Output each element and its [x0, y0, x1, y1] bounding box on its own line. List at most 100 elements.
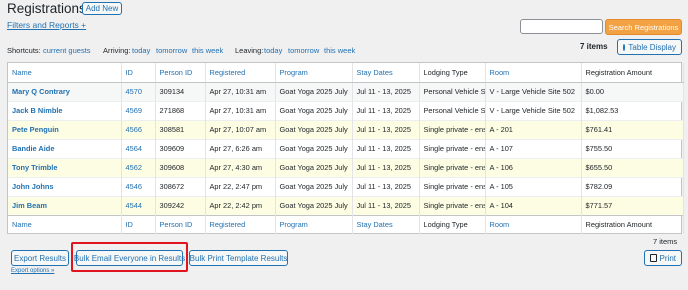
- cell-name[interactable]: Tony Trimble: [8, 158, 122, 177]
- cell-id[interactable]: 4564: [121, 139, 156, 158]
- print-button[interactable]: Print: [644, 250, 682, 266]
- cell-lodging-type: Personal Vehicle Sit: [419, 101, 486, 120]
- cell-room: A - 104: [485, 196, 582, 215]
- cell-registered: Apr 27, 10:31 am: [205, 82, 276, 101]
- cell-name[interactable]: Mary Q Contrary: [8, 82, 122, 101]
- col-footer-room[interactable]: Room: [485, 214, 582, 234]
- page-title: Registrations: [7, 1, 86, 16]
- cell-id[interactable]: 4569: [121, 101, 156, 120]
- export-options-link[interactable]: Export options »: [11, 268, 54, 274]
- col-footer-person-id[interactable]: Person ID: [155, 214, 206, 234]
- col-footer-registered[interactable]: Registered: [205, 214, 276, 234]
- cell-amount: $0.00: [581, 82, 684, 101]
- col-header-program[interactable]: Program: [275, 63, 353, 83]
- table-row: Jim Beam 4544 309242 Apr 22, 2:42 pm Goat Yo…: [8, 196, 684, 215]
- table-row: Mary Q Contrary 4570 309134 Apr 27, 10:31 a…: [8, 82, 684, 101]
- cell-registered: Apr 27, 10:07 am: [205, 120, 276, 139]
- table-row: John Johns 4546 308672 Apr 22, 2:47 pm Goat …: [8, 177, 684, 196]
- cell-stay-dates: Jul 11 - 13, 2025: [352, 101, 420, 120]
- cell-id[interactable]: 4566: [121, 120, 156, 139]
- table-row: Bandie Aide 4564 309609 Apr 27, 6:26 am Goat…: [8, 139, 684, 158]
- col-header-person-id[interactable]: Person ID: [155, 63, 206, 83]
- table-display-label: Table Display: [628, 42, 676, 52]
- arriving-today-link[interactable]: today: [132, 46, 150, 55]
- cell-registered: Apr 22, 2:42 pm: [205, 196, 276, 215]
- cell-room: A - 201: [485, 120, 582, 139]
- col-footer-id[interactable]: ID: [121, 214, 156, 234]
- cell-amount: $771.57: [581, 196, 684, 215]
- cell-name[interactable]: Jim Beam: [8, 196, 122, 215]
- cell-person-id: 309609: [155, 139, 206, 158]
- print-icon: [650, 254, 657, 262]
- col-footer-name[interactable]: Name: [8, 214, 122, 234]
- col-header-id[interactable]: ID: [121, 63, 156, 83]
- cell-lodging-type: Single private - ens: [419, 158, 486, 177]
- cell-stay-dates: Jul 11 - 13, 2025: [352, 177, 420, 196]
- leaving-today-link[interactable]: today: [264, 46, 282, 55]
- leaving-this-week-link[interactable]: this week: [324, 46, 355, 55]
- cell-program: Goat Yoga 2025 July: [275, 139, 353, 158]
- table-row: Jack B Nimble 4569 271868 Apr 27, 10:31 am G…: [8, 101, 684, 120]
- cell-registered: Apr 27, 6:26 am: [205, 139, 276, 158]
- filters-reports-link[interactable]: Filters and Reports +: [7, 20, 86, 30]
- cell-id[interactable]: 4544: [121, 196, 156, 215]
- search-registrations-button[interactable]: Search Registrations: [605, 19, 682, 35]
- col-footer-program[interactable]: Program: [275, 214, 353, 234]
- cell-amount: $782.09: [581, 177, 684, 196]
- leaving-tomorrow-link[interactable]: tomorrow: [288, 46, 319, 55]
- shortcuts-label: Shortcuts:: [7, 46, 41, 55]
- cell-program: Goat Yoga 2025 July: [275, 82, 353, 101]
- cell-amount: $1,082.53: [581, 101, 684, 120]
- cell-program: Goat Yoga 2025 July: [275, 158, 353, 177]
- bottom-items-count: 7 items: [653, 237, 678, 246]
- cell-person-id: 309608: [155, 158, 206, 177]
- items-count: 7 items: [580, 42, 608, 51]
- cell-id[interactable]: 4570: [121, 82, 156, 101]
- cell-room: V - Large Vehicle Site 502: [485, 82, 582, 101]
- cell-name[interactable]: Pete Penguin: [8, 120, 122, 139]
- cell-stay-dates: Jul 11 - 13, 2025: [352, 139, 420, 158]
- cell-name[interactable]: Bandie Aide: [8, 139, 122, 158]
- cell-room: A - 105: [485, 177, 582, 196]
- add-new-button[interactable]: Add New: [82, 2, 122, 15]
- arriving-this-week-link[interactable]: this week: [192, 46, 223, 55]
- cell-person-id: 309242: [155, 196, 206, 215]
- col-footer-lodging-type: Lodging Type: [419, 214, 486, 234]
- cell-amount: $755.50: [581, 139, 684, 158]
- cell-name[interactable]: Jack B Nimble: [8, 101, 122, 120]
- col-footer-stay-dates[interactable]: Stay Dates: [352, 214, 420, 234]
- cell-stay-dates: Jul 11 - 13, 2025: [352, 158, 420, 177]
- col-footer-registration-amount: Registration Amount: [581, 214, 684, 234]
- cell-program: Goat Yoga 2025 July: [275, 101, 353, 120]
- cell-stay-dates: Jul 11 - 13, 2025: [352, 196, 420, 215]
- bulk-email-button[interactable]: Bulk Email Everyone in Results: [74, 250, 185, 266]
- cell-id[interactable]: 4562: [121, 158, 156, 177]
- print-label: Print: [659, 253, 676, 263]
- bulk-print-template-button[interactable]: Bulk Print Template Results: [189, 250, 288, 266]
- cell-name[interactable]: John Johns: [8, 177, 122, 196]
- cell-registered: Apr 22, 2:47 pm: [205, 177, 276, 196]
- cell-room: V - Large Vehicle Site 502: [485, 101, 582, 120]
- cell-program: Goat Yoga 2025 July: [275, 120, 353, 139]
- cell-lodging-type: Single private - ens: [419, 177, 486, 196]
- col-header-registered[interactable]: Registered: [205, 63, 276, 83]
- cell-person-id: 309134: [155, 82, 206, 101]
- cell-person-id: 271868: [155, 101, 206, 120]
- search-input[interactable]: [520, 19, 603, 34]
- cell-person-id: 308581: [155, 120, 206, 139]
- cell-lodging-type: Single private - ens: [419, 139, 486, 158]
- col-header-stay-dates[interactable]: Stay Dates: [352, 63, 420, 83]
- cell-id[interactable]: 4546: [121, 177, 156, 196]
- shortcut-current-guests[interactable]: current guests: [43, 46, 91, 55]
- table-display-button[interactable]: Table Display: [617, 39, 682, 55]
- export-results-button[interactable]: Export Results: [11, 250, 69, 266]
- cell-lodging-type: Single private - ens: [419, 196, 486, 215]
- arriving-label: Arriving:: [103, 46, 131, 55]
- cell-person-id: 308672: [155, 177, 206, 196]
- col-header-name[interactable]: Name: [8, 63, 122, 83]
- col-header-room[interactable]: Room: [485, 63, 582, 83]
- cell-room: A - 107: [485, 139, 582, 158]
- arriving-tomorrow-link[interactable]: tomorrow: [156, 46, 187, 55]
- cell-amount: $655.50: [581, 158, 684, 177]
- cell-registered: Apr 27, 10:31 am: [205, 101, 276, 120]
